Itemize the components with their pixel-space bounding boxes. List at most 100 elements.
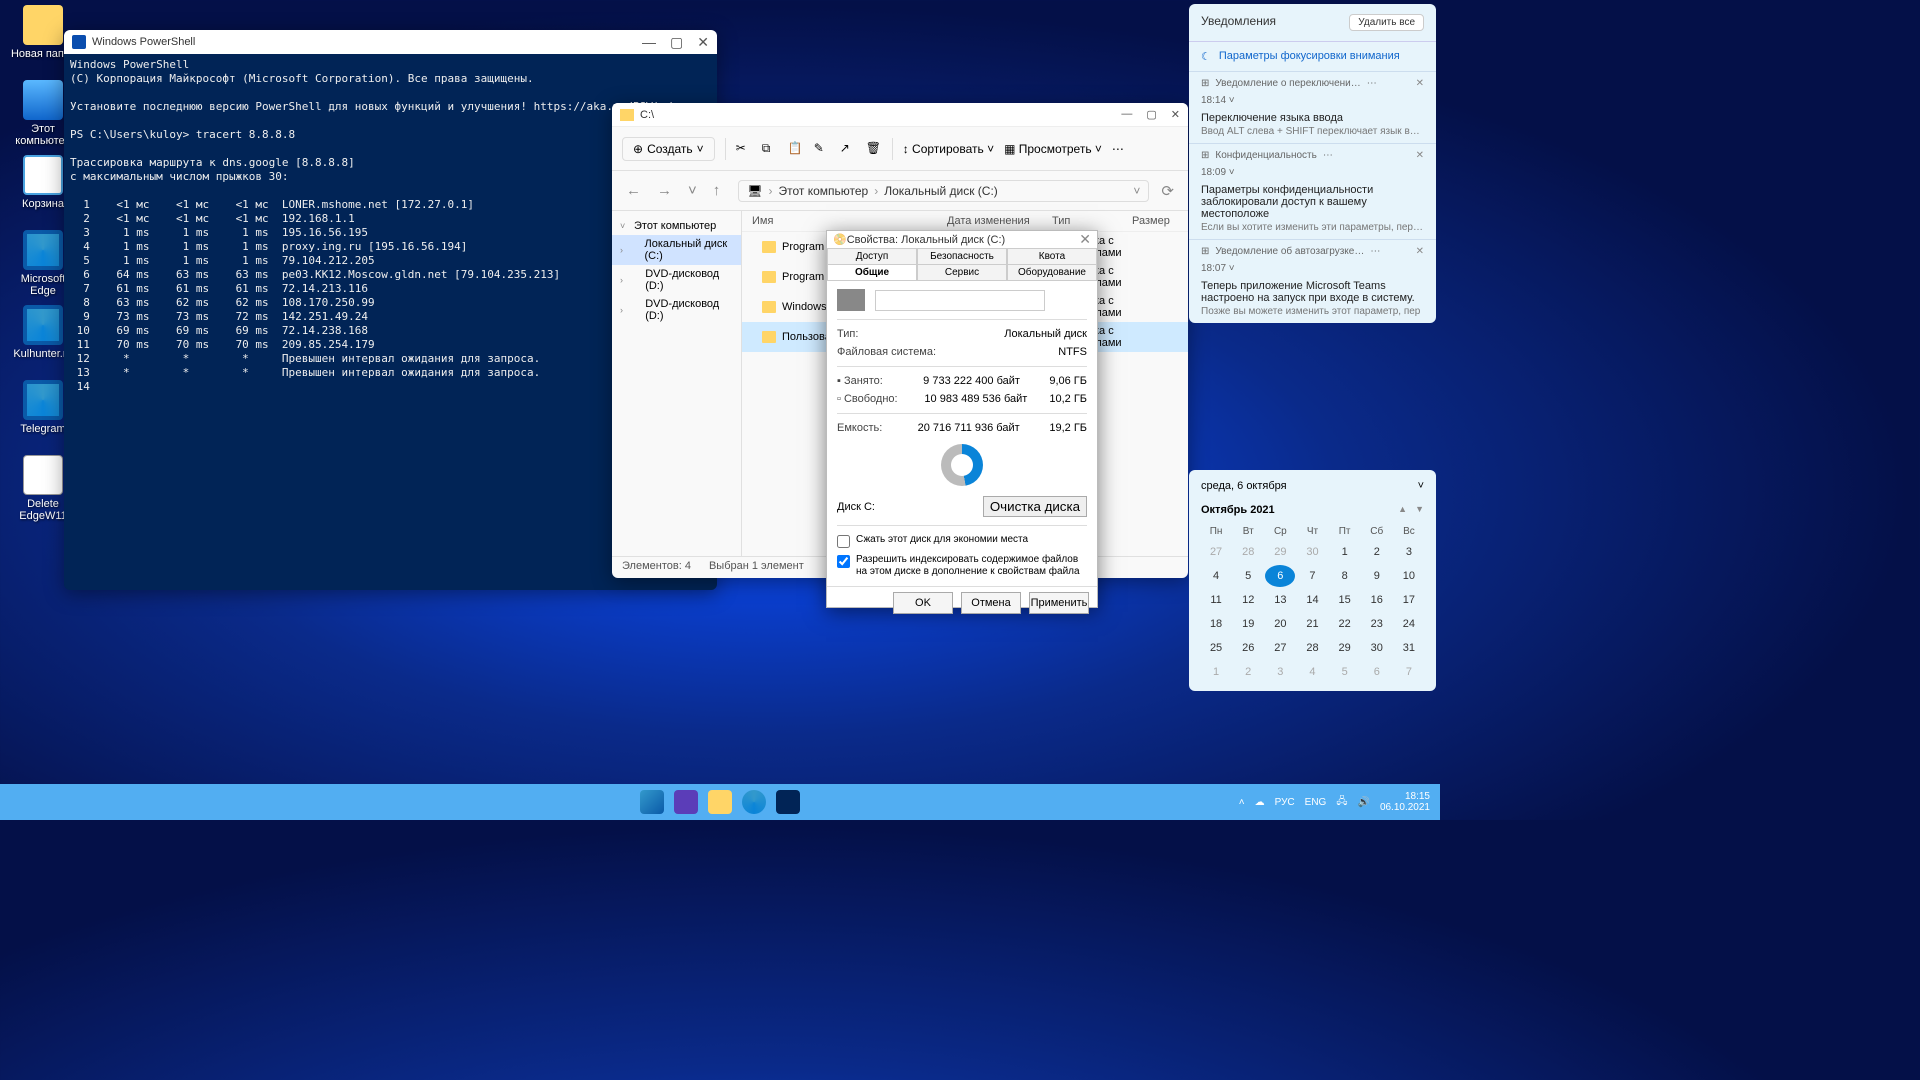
dismiss-icon[interactable]: ✕ xyxy=(1416,78,1424,89)
tab-Безопасность[interactable]: Безопасность xyxy=(917,248,1007,264)
calendar-day[interactable]: 9 xyxy=(1362,565,1392,587)
language-indicator[interactable]: РУС xyxy=(1275,797,1295,808)
calendar-day[interactable]: 13 xyxy=(1265,589,1295,611)
up-button[interactable]: ↑ xyxy=(709,182,725,199)
calendar-day[interactable]: 8 xyxy=(1330,565,1360,587)
ime-indicator[interactable]: ENG xyxy=(1305,797,1327,808)
apply-button[interactable]: Применить xyxy=(1029,592,1089,614)
paste-icon[interactable]: 📋 xyxy=(788,141,804,157)
calendar-day[interactable]: 12 xyxy=(1233,589,1263,611)
calendar-day[interactable]: 30 xyxy=(1297,541,1327,563)
col-date[interactable]: Дата изменения xyxy=(947,215,1052,227)
cancel-button[interactable]: Отмена xyxy=(961,592,1021,614)
sidebar-item[interactable]: ˅Этот компьютер xyxy=(612,217,741,235)
refresh-button[interactable]: ⟳ xyxy=(1157,182,1178,200)
rename-icon[interactable]: ✎ xyxy=(814,141,830,157)
disk-cleanup-button[interactable]: Очистка диска xyxy=(983,496,1087,517)
col-type[interactable]: Тип xyxy=(1052,215,1132,227)
collapse-button[interactable]: ˅ xyxy=(1418,480,1424,492)
back-button[interactable]: ← xyxy=(622,182,645,199)
close-button[interactable]: ✕ xyxy=(1079,231,1091,248)
calendar-day[interactable]: 20 xyxy=(1265,613,1295,635)
calendar-day[interactable]: 1 xyxy=(1201,661,1231,683)
notification-card[interactable]: ⊞Уведомление о переключени…⋯✕ 18:14 ˅Пер… xyxy=(1189,71,1436,143)
new-button[interactable]: ⊕ Создать ˅ xyxy=(622,137,715,161)
notification-card[interactable]: ⊞Уведомление об автозагрузке…⋯✕ 18:07 ˅Т… xyxy=(1189,239,1436,323)
tab-Общие[interactable]: Общие xyxy=(827,264,917,280)
compress-checkbox[interactable]: Сжать этот диск для экономии места xyxy=(837,534,1087,548)
focus-settings-link[interactable]: ☾ Параметры фокусировки внимания xyxy=(1189,41,1436,71)
calendar-day[interactable]: 4 xyxy=(1297,661,1327,683)
calendar-day[interactable]: 18 xyxy=(1201,613,1231,635)
address-bar[interactable]: 🖥 › Этот компьютер › Локальный диск (C:)… xyxy=(738,180,1149,202)
ok-button[interactable]: OK xyxy=(893,592,953,614)
calendar-day[interactable]: 14 xyxy=(1297,589,1327,611)
dismiss-icon[interactable]: ✕ xyxy=(1416,246,1424,257)
copy-icon[interactable]: ⧉ xyxy=(762,141,778,157)
taskbar-explorer-icon[interactable] xyxy=(708,790,732,814)
calendar-day[interactable]: 6 xyxy=(1362,661,1392,683)
calendar-day[interactable]: 31 xyxy=(1394,637,1424,659)
calendar-day[interactable]: 5 xyxy=(1330,661,1360,683)
dropdown-button[interactable]: ˅ xyxy=(684,182,701,199)
calendar-day[interactable]: 11 xyxy=(1201,589,1231,611)
col-size[interactable]: Размер xyxy=(1132,215,1170,227)
calendar-day[interactable]: 27 xyxy=(1265,637,1295,659)
prev-month-button[interactable]: ▲ xyxy=(1398,504,1407,516)
calendar-day[interactable]: 2 xyxy=(1362,541,1392,563)
maximize-button[interactable]: ▢ xyxy=(1146,108,1156,121)
calendar-day[interactable]: 15 xyxy=(1330,589,1360,611)
sidebar-item[interactable]: ›DVD-дисковод (D:) xyxy=(612,265,741,295)
cut-icon[interactable]: ✂ xyxy=(736,141,752,157)
tab-Оборудование[interactable]: Оборудование xyxy=(1007,264,1097,280)
calendar-day[interactable]: 4 xyxy=(1201,565,1231,587)
col-name[interactable]: Имя xyxy=(752,215,947,227)
calendar-day[interactable]: 30 xyxy=(1362,637,1392,659)
tab-Сервис[interactable]: Сервис xyxy=(917,264,1007,280)
calendar-day[interactable]: 21 xyxy=(1297,613,1327,635)
properties-titlebar[interactable]: 📀 Свойства: Локальный диск (C:) ✕ xyxy=(827,231,1097,248)
share-icon[interactable]: ↗ xyxy=(840,141,856,157)
powershell-titlebar[interactable]: Windows PowerShell — ▢ ✕ xyxy=(64,30,717,54)
calendar-day[interactable]: 27 xyxy=(1201,541,1231,563)
calendar-day[interactable]: 6 xyxy=(1265,565,1295,587)
calendar-day[interactable]: 10 xyxy=(1394,565,1424,587)
clock[interactable]: 18:1506.10.2021 xyxy=(1380,791,1430,813)
minimize-button[interactable]: — xyxy=(642,34,656,51)
next-month-button[interactable]: ▼ xyxy=(1415,504,1424,516)
dismiss-icon[interactable]: ✕ xyxy=(1416,150,1424,161)
calendar-day[interactable]: 25 xyxy=(1201,637,1231,659)
calendar-day[interactable]: 7 xyxy=(1297,565,1327,587)
taskbar-edge-icon[interactable] xyxy=(742,790,766,814)
calendar-day[interactable]: 24 xyxy=(1394,613,1424,635)
notification-card[interactable]: ⊞Конфиденциальность⋯✕ 18:09 ˅Параметры к… xyxy=(1189,143,1436,239)
calendar-day[interactable]: 17 xyxy=(1394,589,1424,611)
tray-expand-icon[interactable]: ˄ xyxy=(1239,797,1245,808)
sidebar-item[interactable]: ›Локальный диск (C:) xyxy=(612,235,741,265)
calendar-day[interactable]: 22 xyxy=(1330,613,1360,635)
view-button[interactable]: ▦ Просмотреть ˅ xyxy=(1004,142,1102,156)
taskbar-chat-icon[interactable] xyxy=(674,790,698,814)
start-button[interactable] xyxy=(640,790,664,814)
clear-all-button[interactable]: Удалить все xyxy=(1349,14,1424,31)
calendar-day[interactable]: 16 xyxy=(1362,589,1392,611)
calendar-day[interactable]: 3 xyxy=(1265,661,1295,683)
forward-button[interactable]: → xyxy=(653,182,676,199)
taskbar-powershell-icon[interactable] xyxy=(776,790,800,814)
maximize-button[interactable]: ▢ xyxy=(670,34,683,51)
network-icon[interactable]: 🖧 xyxy=(1336,794,1347,811)
calendar-day[interactable]: 7 xyxy=(1394,661,1424,683)
onedrive-icon[interactable]: ☁ xyxy=(1255,797,1265,808)
calendar-day[interactable]: 5 xyxy=(1233,565,1263,587)
more-button[interactable]: ⋯ xyxy=(1112,142,1124,156)
sidebar-item[interactable]: ›DVD-дисковод (D:) xyxy=(612,295,741,325)
calendar-day[interactable]: 19 xyxy=(1233,613,1263,635)
drive-label-input[interactable] xyxy=(875,290,1045,311)
tab-Квота[interactable]: Квота xyxy=(1007,248,1097,264)
close-button[interactable]: ✕ xyxy=(697,34,709,51)
close-button[interactable]: ✕ xyxy=(1171,108,1180,121)
calendar-day[interactable]: 2 xyxy=(1233,661,1263,683)
calendar-day[interactable]: 29 xyxy=(1265,541,1295,563)
calendar-day[interactable]: 26 xyxy=(1233,637,1263,659)
index-checkbox[interactable]: Разрешить индексировать содержимое файло… xyxy=(837,554,1087,578)
